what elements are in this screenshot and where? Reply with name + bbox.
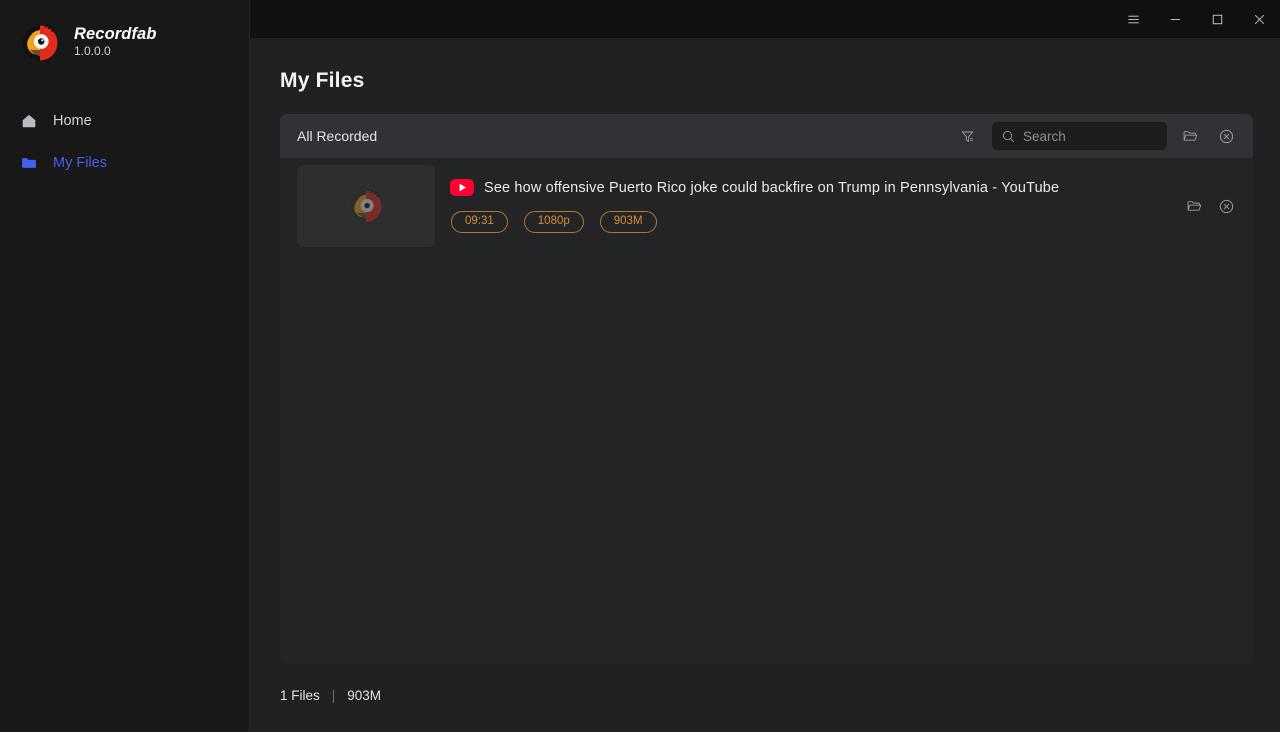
minimize-icon <box>1170 18 1180 20</box>
recordfab-placeholder-icon <box>346 186 386 226</box>
brand: Recordfab 1.0.0.0 <box>18 20 157 64</box>
sidebar-nav: Home My Files <box>0 100 250 184</box>
sidebar-item-home-label: Home <box>53 113 92 129</box>
brand-version: 1.0.0.0 <box>74 44 111 58</box>
sidebar-item-my-files[interactable]: My Files <box>0 142 250 184</box>
file-thumbnail <box>297 165 435 247</box>
menu-icon <box>1127 15 1139 23</box>
close-icon <box>1254 14 1264 24</box>
filter-button[interactable] <box>954 123 980 149</box>
search-box[interactable] <box>992 122 1167 150</box>
sidebar: Recordfab 1.0.0.0 Home My Files <box>0 0 250 732</box>
files-list: See how offensive Puerto Rico joke could… <box>280 158 1253 664</box>
recordfab-logo-icon <box>18 20 62 64</box>
open-folder-button[interactable] <box>1177 123 1203 149</box>
clear-all-button[interactable] <box>1213 123 1239 149</box>
badge-size: 903M <box>599 211 657 233</box>
search-input[interactable] <box>1023 128 1153 144</box>
status-file-count: 1 Files <box>280 688 320 703</box>
status-bar: 1 Files | 903M <box>280 688 381 703</box>
youtube-icon <box>450 179 474 196</box>
app-window: Recordfab 1.0.0.0 Home My Files My Files… <box>0 0 1280 732</box>
file-title-line: See how offensive Puerto Rico joke could… <box>450 179 1181 196</box>
close-button[interactable] <box>1238 0 1280 38</box>
home-icon <box>19 111 39 131</box>
file-badges: 09:31 1080p 903M <box>450 211 1181 233</box>
brand-text: Recordfab 1.0.0.0 <box>74 25 157 59</box>
row-delete-button[interactable] <box>1213 193 1239 219</box>
maximize-button[interactable] <box>1196 0 1238 38</box>
maximize-icon <box>1212 14 1222 24</box>
table-row[interactable]: See how offensive Puerto Rico joke could… <box>280 158 1253 254</box>
folder-icon <box>19 153 39 173</box>
status-total-size: 903M <box>347 688 382 703</box>
brand-name-light: fab <box>131 25 157 43</box>
badge-duration: 09:31 <box>451 211 508 233</box>
sidebar-item-my-files-label: My Files <box>53 155 107 171</box>
folder-open-icon <box>1187 201 1202 211</box>
files-toolbar: All Recorded <box>280 114 1253 158</box>
row-open-folder-button[interactable] <box>1181 193 1207 219</box>
filter-icon <box>961 131 973 142</box>
file-title: See how offensive Puerto Rico joke could… <box>484 179 1060 196</box>
files-panel: All Recorded Search See how offensive Pu… <box>280 114 1253 664</box>
folder-open-icon <box>1183 131 1198 141</box>
main-content: My Files All Recorded Search See how off… <box>250 38 1280 732</box>
row-actions <box>1181 193 1239 219</box>
brand-name: Recordfab <box>74 25 157 43</box>
search-icon <box>1001 129 1016 144</box>
sidebar-item-home[interactable]: Home <box>0 100 250 142</box>
brand-name-bold: Record <box>74 25 132 43</box>
page-title: My Files <box>280 69 365 92</box>
status-separator: | <box>331 688 336 703</box>
menu-button[interactable] <box>1112 0 1154 38</box>
title-bar <box>250 0 1280 38</box>
minimize-button[interactable] <box>1154 0 1196 38</box>
badge-resolution: 1080p <box>523 211 584 233</box>
circle-close-icon <box>1219 129 1233 143</box>
file-info: See how offensive Puerto Rico joke could… <box>435 179 1181 233</box>
files-filter-label: All Recorded <box>297 128 378 144</box>
circle-close-icon <box>1219 199 1233 213</box>
